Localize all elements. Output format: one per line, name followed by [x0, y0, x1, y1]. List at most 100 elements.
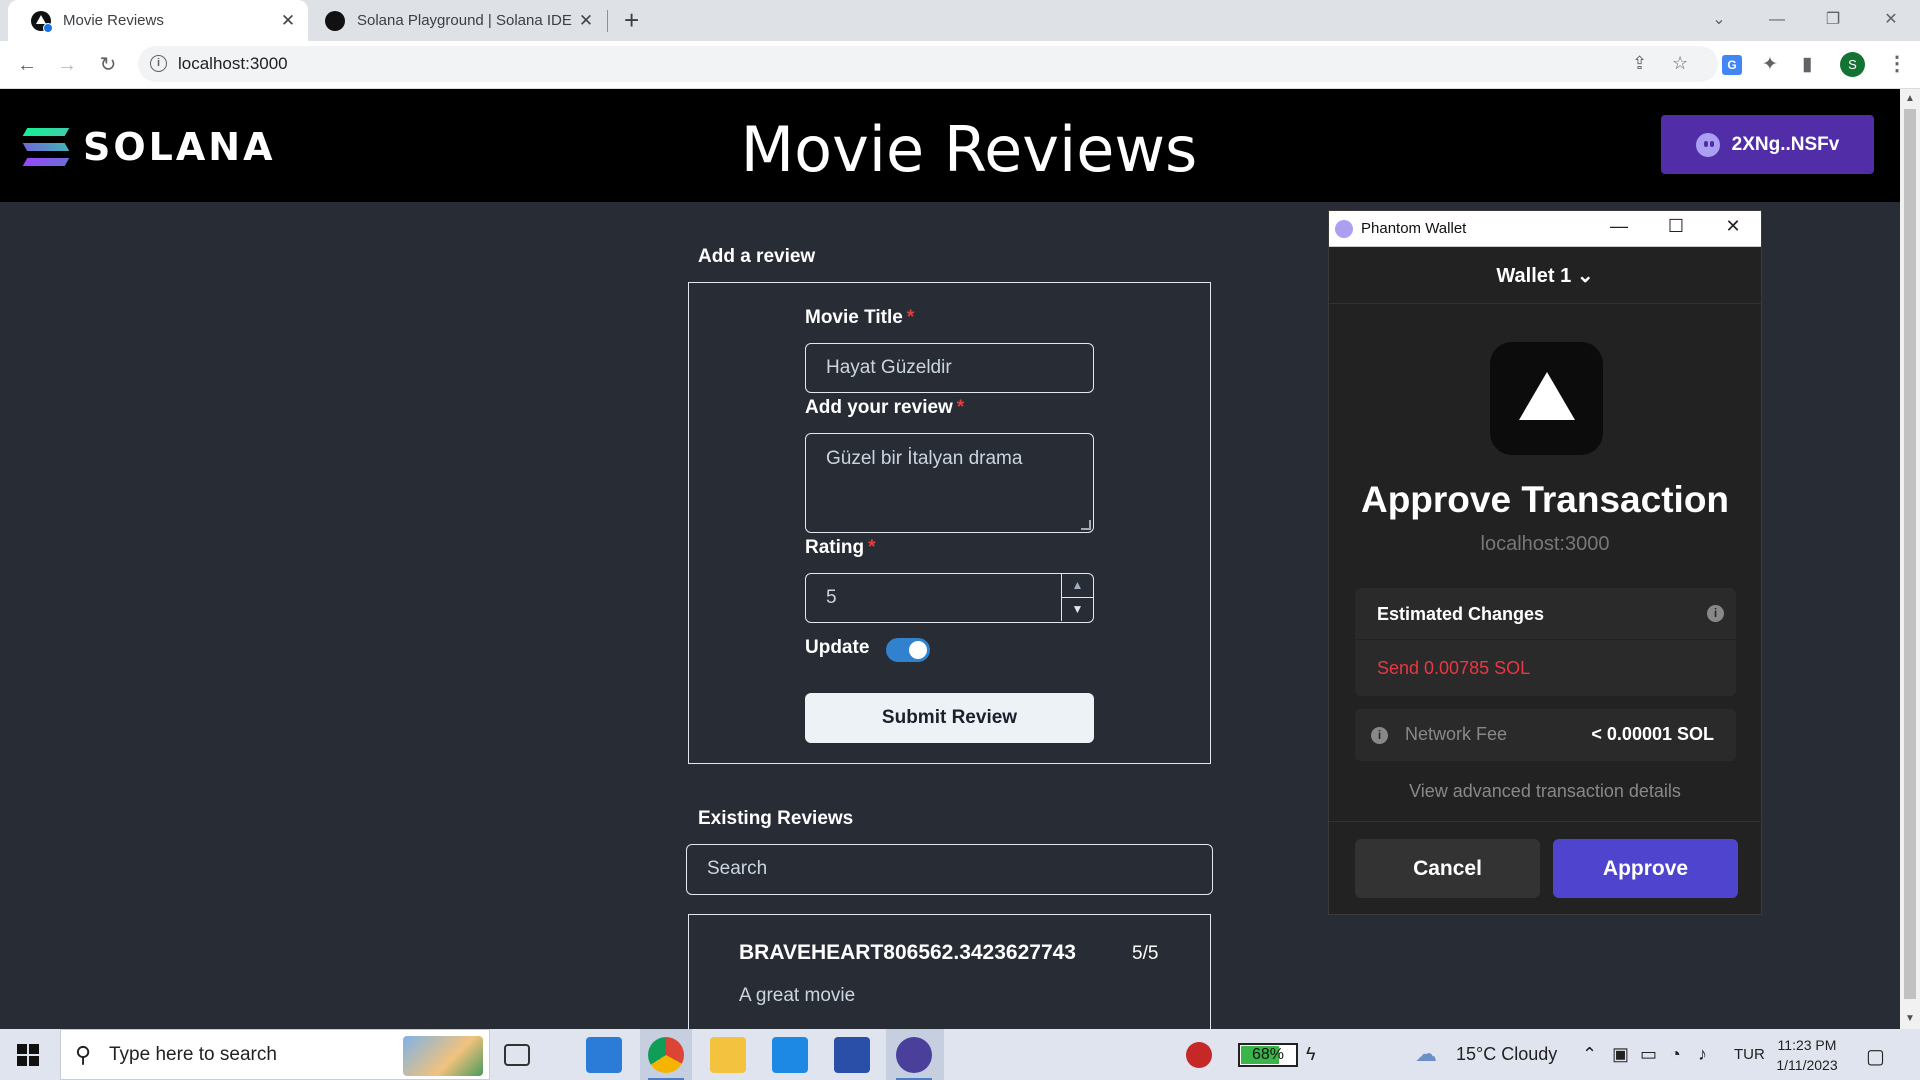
scroll-down-arrow-icon[interactable]: ▼ [1905, 1013, 1915, 1024]
tab-movie-reviews[interactable]: Movie Reviews ✕ [8, 0, 308, 41]
google-translate-icon[interactable]: G [1722, 55, 1742, 75]
taskbar-search-placeholder: Type here to search [109, 1044, 277, 1065]
windows-start-icon[interactable] [17, 1044, 39, 1066]
approve-button[interactable]: Approve [1553, 839, 1738, 898]
info-icon[interactable]: i [1707, 605, 1724, 622]
estimated-changes-label: Estimated Changes [1377, 604, 1545, 624]
reload-icon[interactable]: ↻ [94, 51, 122, 79]
scrollbar-thumb[interactable] [1904, 109, 1916, 999]
tab-title: Solana Playground | Solana IDE [357, 12, 572, 29]
side-panel-icon[interactable]: ▮ [1802, 53, 1812, 76]
powershell-icon[interactable] [834, 1037, 870, 1073]
movie-title-input[interactable]: Hayat Güzeldir [805, 343, 1094, 393]
tray-app-icon[interactable] [1186, 1042, 1212, 1068]
search-input[interactable]: Search [686, 844, 1213, 895]
info-icon[interactable]: i [1371, 727, 1388, 744]
meet-icon[interactable]: ▣ [1612, 1044, 1629, 1065]
tab-close-icon[interactable]: ✕ [278, 11, 298, 31]
phantom-window-title: Phantom Wallet [1361, 220, 1467, 237]
address-bar[interactable]: i localhost:3000 ⇪ ☆ [138, 46, 1718, 82]
site-info-icon[interactable]: i [150, 55, 167, 72]
rating-label: Rating * [805, 537, 876, 558]
browser-menu-icon[interactable]: ⋮ [1887, 51, 1907, 76]
charging-icon: ϟ [1306, 1044, 1316, 1064]
file-explorer-icon[interactable] [710, 1037, 746, 1073]
tab-search-chevron-icon[interactable]: ⌄ [1694, 0, 1744, 41]
minimize-icon[interactable]: — [1604, 216, 1634, 237]
dapp-icon [1490, 342, 1603, 455]
movie-title-label: Movie Title * [805, 307, 915, 328]
bookmark-star-icon[interactable]: ☆ [1672, 53, 1688, 74]
close-icon[interactable]: ✕ [1718, 216, 1748, 237]
resize-handle-icon[interactable] [1081, 520, 1091, 530]
app-header: SOLANA Movie Reviews 2XNg..NSFv [0, 89, 1900, 202]
review-card[interactable]: BRAVEHEART806562.3423627743 5/5 A great … [688, 914, 1211, 1034]
notifications-icon[interactable]: ▢ [1866, 1044, 1885, 1069]
send-amount: Send 0.00785 SOL [1377, 658, 1531, 678]
solana-playground-favicon-icon [325, 10, 345, 31]
minimize-window-button[interactable]: — [1752, 0, 1802, 41]
clock-time: 11:23 PM [1777, 1037, 1837, 1053]
phantom-wallet-window: Phantom Wallet — ☐ ✕ Wallet 1 ⌄ Approve … [1328, 210, 1762, 915]
tray-chevron-icon[interactable]: ⌃ [1582, 1044, 1597, 1065]
address-toolbar: ← → ↻ i localhost:3000 ⇪ ☆ [0, 41, 1920, 89]
phantom-ghost-icon [1695, 132, 1720, 157]
extensions-puzzle-icon[interactable]: ✦ [1762, 53, 1778, 76]
submit-review-button[interactable]: Submit Review [805, 693, 1094, 743]
page-scrollbar[interactable]: ▲ ▼ [1900, 89, 1920, 1029]
scroll-up-arrow-icon[interactable]: ▲ [1905, 93, 1915, 104]
battery-percent: 68% [1251, 1046, 1285, 1063]
url-text: localhost:3000 [178, 54, 288, 73]
phantom-titlebar: Phantom Wallet — ☐ ✕ [1329, 211, 1761, 247]
existing-reviews-heading: Existing Reviews [698, 808, 854, 829]
rating-input[interactable]: 5 ▲ ▼ [805, 573, 1094, 623]
battery-indicator[interactable]: 68% [1238, 1043, 1298, 1067]
task-view-icon[interactable] [504, 1044, 530, 1066]
cancel-button[interactable]: Cancel [1355, 839, 1540, 898]
rating-stepper[interactable]: ▲ ▼ [1061, 574, 1093, 621]
page-title: Movie Reviews [740, 113, 1198, 186]
wifi-icon[interactable]: ◔ [1670, 1044, 1681, 1065]
wallet-connect-button[interactable]: 2XNg..NSFv [1661, 115, 1874, 174]
mail-icon[interactable] [586, 1037, 622, 1073]
add-review-heading: Add a review [698, 246, 816, 267]
wallet-address: 2XNg..NSFv [1731, 133, 1840, 155]
browser-tab-strip: Movie Reviews ✕ Solana Playground | Sola… [0, 0, 1920, 41]
tab-close-icon[interactable]: ✕ [576, 11, 596, 31]
phantom-app-icon[interactable] [896, 1037, 932, 1080]
back-arrow-icon[interactable]: ← [13, 51, 41, 79]
profile-avatar[interactable]: S [1840, 52, 1865, 77]
tab-title: Movie Reviews [63, 12, 164, 29]
cloud-icon: ☁ [1415, 1041, 1437, 1066]
forward-arrow-icon[interactable]: → [53, 51, 81, 79]
tab-solana-playground[interactable]: Solana Playground | Solana IDE ✕ [310, 0, 606, 41]
decrement-arrow-icon[interactable]: ▼ [1062, 597, 1093, 620]
update-toggle[interactable] [886, 638, 930, 662]
review-textarea[interactable]: Güzel bir İtalyan drama [805, 433, 1094, 533]
language-indicator[interactable]: TUR [1734, 1046, 1765, 1063]
network-fee-panel: i Network Fee < 0.00001 SOL [1355, 709, 1736, 761]
restore-window-button[interactable]: ❐ [1808, 0, 1858, 41]
advanced-details-link[interactable]: View advanced transaction details [1329, 781, 1761, 802]
increment-arrow-icon[interactable]: ▲ [1062, 574, 1093, 597]
share-icon[interactable]: ⇪ [1632, 53, 1647, 74]
approve-transaction-heading: Approve Transaction [1360, 479, 1730, 520]
close-window-button[interactable]: ✕ [1866, 0, 1916, 41]
react-favicon-icon [31, 10, 53, 33]
estimated-changes-header: Estimated Changes i [1355, 588, 1736, 640]
vscode-icon[interactable] [772, 1037, 808, 1073]
maximize-icon[interactable]: ☐ [1661, 216, 1691, 237]
chrome-icon[interactable] [648, 1037, 684, 1080]
request-origin: localhost:3000 [1480, 533, 1610, 555]
review-title: BRAVEHEART806562.3423627743 [739, 941, 1076, 964]
taskbar-search-box[interactable]: ⚲ Type here to search [60, 1029, 490, 1080]
wallet-selector[interactable]: Wallet 1 ⌄ [1329, 248, 1761, 304]
weather-text[interactable]: 15°C Cloudy [1456, 1044, 1557, 1065]
taskbar-clock[interactable]: 11:23 PM 1/11/2023 [1772, 1035, 1842, 1075]
phantom-favicon-icon [1335, 220, 1353, 238]
network-fee-value: < 0.00001 SOL [1591, 724, 1714, 744]
volume-icon[interactable]: ♪ [1698, 1044, 1707, 1065]
new-tab-button[interactable]: + [624, 5, 639, 35]
review-label: Add your review * [805, 397, 965, 418]
battery-tray-icon[interactable]: ▭ [1640, 1044, 1657, 1065]
